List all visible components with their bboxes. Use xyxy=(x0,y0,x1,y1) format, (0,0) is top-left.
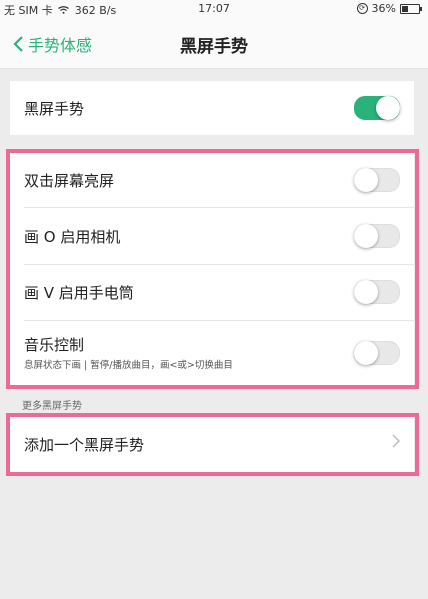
gesture-row-draw-v[interactable]: 画 V 启用手电筒 xyxy=(24,265,400,320)
toggle-knob xyxy=(354,224,378,248)
double-tap-toggle[interactable] xyxy=(354,168,400,192)
master-switch-toggle[interactable] xyxy=(354,96,400,120)
master-switch-card: 黑屏手势 xyxy=(10,81,414,135)
master-switch-label: 黑屏手势 xyxy=(24,99,85,118)
gesture-label: 双击屏幕亮屏 xyxy=(24,171,115,190)
draw-v-toggle[interactable] xyxy=(354,280,400,304)
chevron-right-icon xyxy=(392,433,401,452)
battery-icon xyxy=(400,3,422,14)
rotation-lock-icon: ⟳ xyxy=(356,3,368,14)
nav-bar: 手势体感 黑屏手势 xyxy=(0,18,428,69)
gestures-card: 双击屏幕亮屏 画 O 启用相机 画 V 启用手电筒 音乐控制 息屏状态下画 | … xyxy=(10,153,414,386)
gesture-label: 音乐控制 xyxy=(24,336,85,354)
add-gesture-card: 添加一个黑屏手势 xyxy=(10,416,414,472)
gesture-subtitle: 息屏状态下画 | 暂停/播放曲目，画<或>切换曲目 xyxy=(24,360,233,371)
toggle-knob xyxy=(354,168,378,192)
status-bar: 无 SIM 卡 362 B/s 17:07 ⟳ 36% xyxy=(0,0,428,18)
toggle-knob xyxy=(354,341,378,365)
battery-percent: 36% xyxy=(371,2,396,15)
status-right: ⟳ 36% xyxy=(356,2,422,15)
gesture-row-double-tap[interactable]: 双击屏幕亮屏 xyxy=(24,153,400,207)
gesture-label: 画 O 启用相机 xyxy=(24,227,121,246)
music-control-toggle[interactable] xyxy=(354,341,400,365)
toggle-knob xyxy=(354,280,378,304)
gesture-row-music[interactable]: 音乐控制 息屏状态下画 | 暂停/播放曲目，画<或>切换曲目 xyxy=(24,321,400,384)
master-switch-row[interactable]: 黑屏手势 xyxy=(24,81,400,135)
section-header: 更多黑屏手势 xyxy=(22,401,82,412)
add-gesture-label: 添加一个黑屏手势 xyxy=(24,435,145,454)
draw-o-toggle[interactable] xyxy=(354,224,400,248)
gesture-row-draw-o[interactable]: 画 O 启用相机 xyxy=(24,208,400,264)
battery-fill xyxy=(402,5,408,12)
page-title: 黑屏手势 xyxy=(180,37,248,57)
gesture-label: 画 V 启用手电筒 xyxy=(24,284,134,302)
add-gesture-row[interactable]: 添加一个黑屏手势 xyxy=(24,416,400,472)
toggle-knob xyxy=(376,96,400,120)
